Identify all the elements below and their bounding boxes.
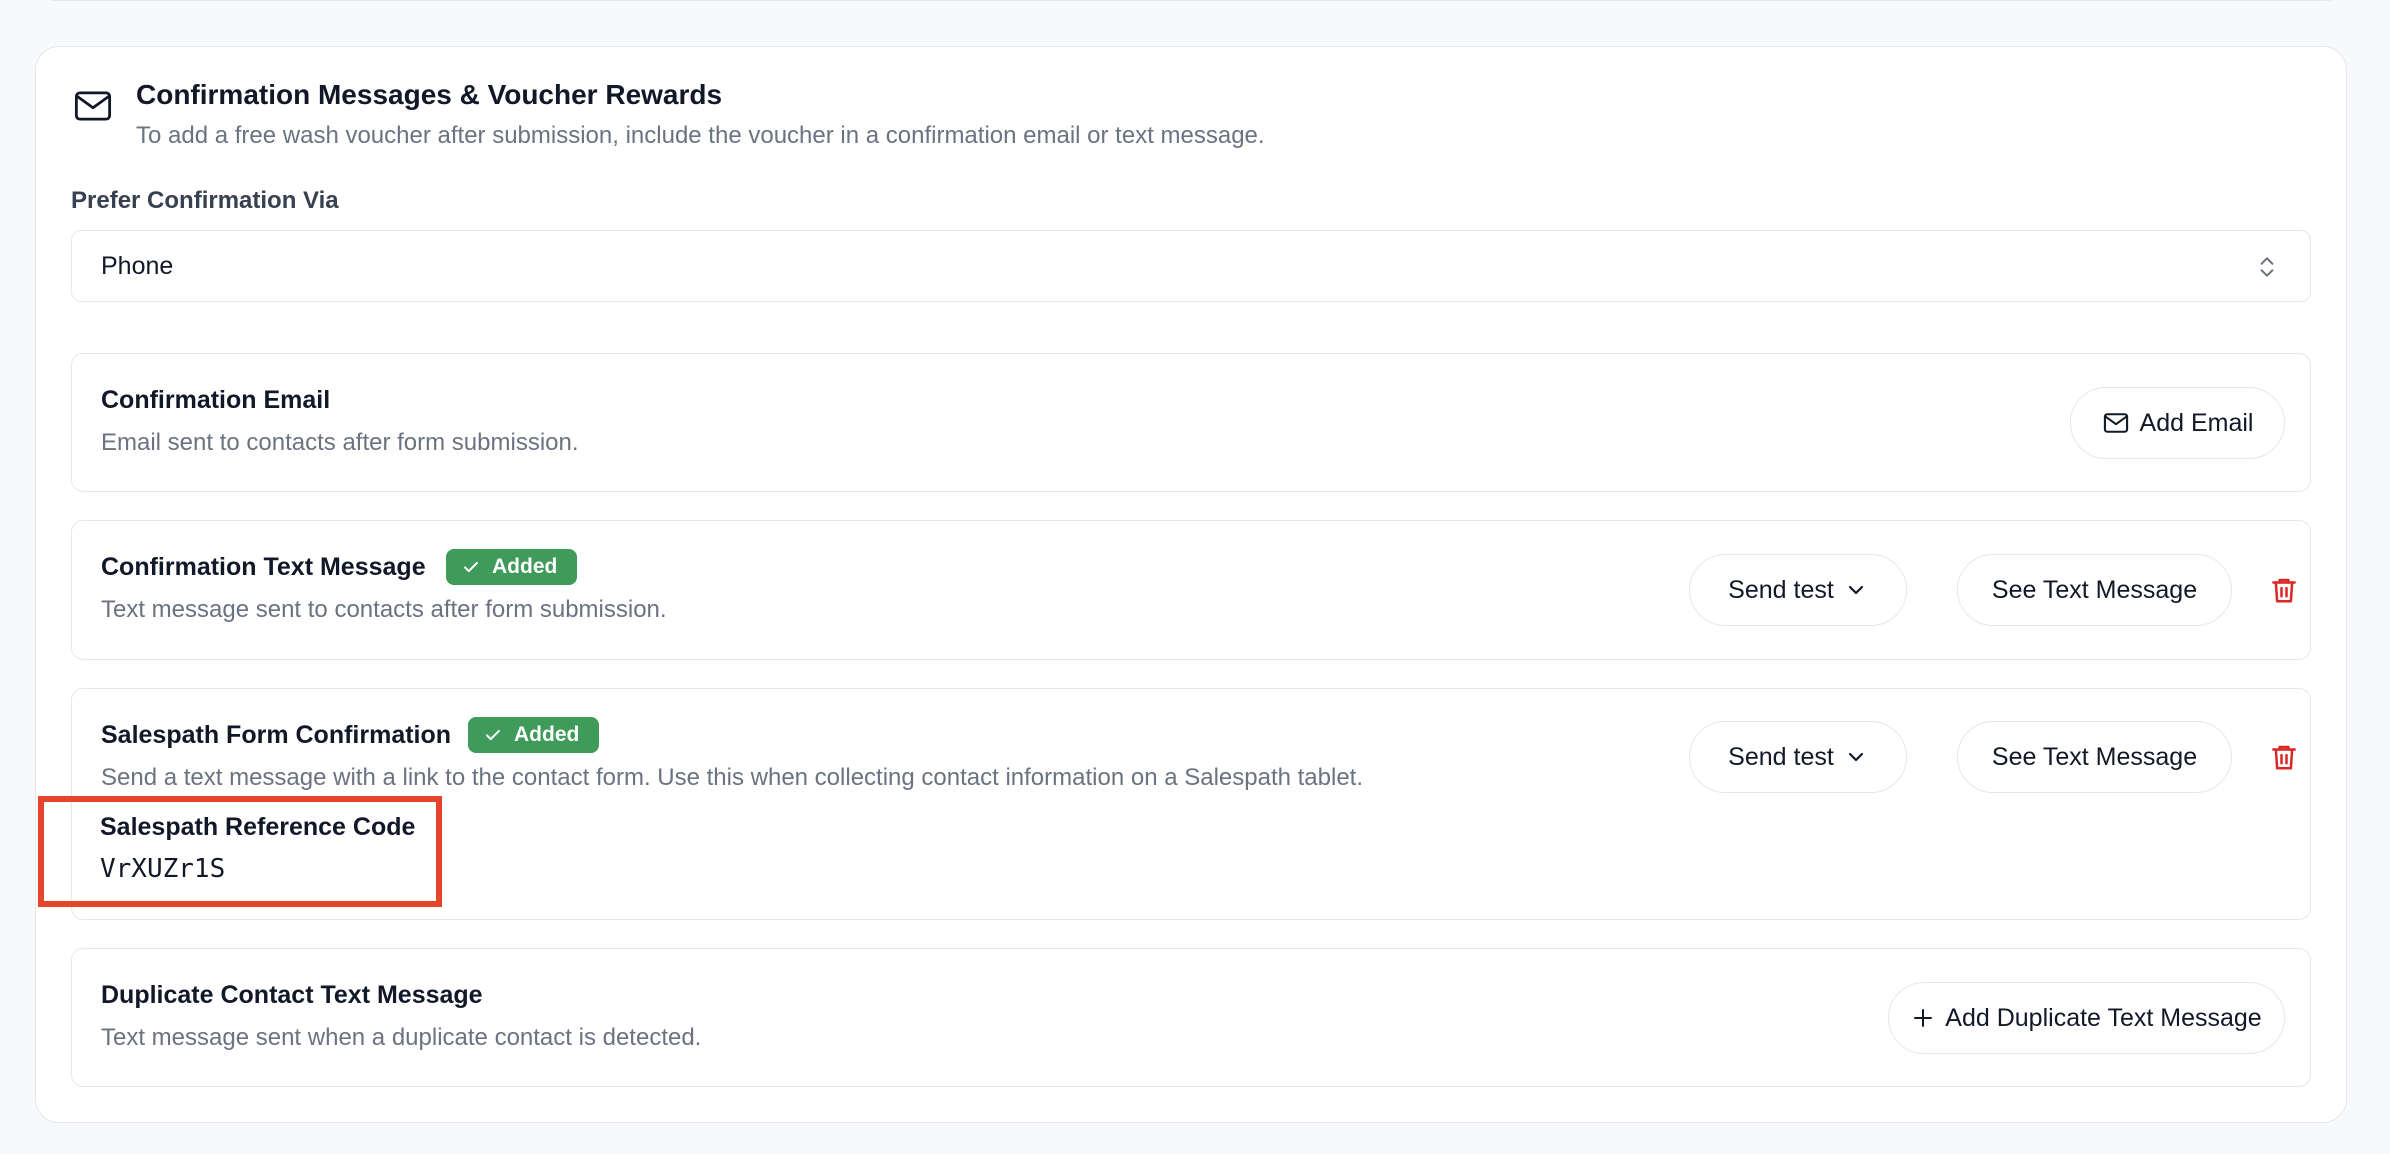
see-text-message-button[interactable]: See Text Message bbox=[1957, 721, 2232, 793]
section-title: Salespath Form Confirmation bbox=[101, 721, 452, 749]
salespath-reference-label: Salespath Reference Code bbox=[100, 813, 416, 841]
add-email-button[interactable]: Add Email bbox=[2070, 387, 2285, 459]
trash-icon[interactable] bbox=[2269, 574, 2299, 606]
confirmation-text-section: Confirmation Text Message Added Text mes… bbox=[71, 520, 2311, 660]
section-title: Duplicate Contact Text Message bbox=[101, 981, 483, 1009]
section-description: Text message sent to contacts after form… bbox=[101, 596, 667, 623]
check-icon bbox=[464, 561, 478, 573]
card-title: Confirmation Messages & Voucher Rewards bbox=[136, 79, 723, 110]
section-description: Send a text message with a link to the c… bbox=[101, 764, 1364, 791]
section-title: Confirmation Text Message bbox=[101, 553, 426, 581]
added-badge: Added bbox=[446, 549, 578, 585]
chevron-down-icon bbox=[1848, 752, 1863, 762]
confirmation-card: Confirmation Messages & Voucher Rewards … bbox=[35, 46, 2347, 1123]
mail-icon bbox=[2103, 413, 2128, 433]
plus-icon bbox=[1914, 1009, 1933, 1027]
card-subtitle: To add a free wash voucher after submiss… bbox=[136, 122, 1265, 149]
send-test-button[interactable]: Send test bbox=[1689, 721, 1907, 793]
check-icon bbox=[486, 729, 500, 741]
send-test-label: Send test bbox=[1728, 742, 1834, 771]
salespath-reference-code: VrXUZr1S bbox=[100, 854, 226, 884]
section-title: Confirmation Email bbox=[101, 386, 331, 414]
see-text-message-button[interactable]: See Text Message bbox=[1957, 554, 2232, 626]
duplicate-contact-section: Duplicate Contact Text Message Text mess… bbox=[71, 948, 2311, 1087]
send-test-label: Send test bbox=[1728, 575, 1834, 604]
chevron-down-icon bbox=[1848, 585, 1863, 595]
mail-icon bbox=[74, 91, 112, 121]
prefer-confirmation-select[interactable]: Phone bbox=[71, 230, 2311, 302]
chevron-updown-icon bbox=[2260, 257, 2274, 277]
send-test-button[interactable]: Send test bbox=[1689, 554, 1907, 626]
prefer-confirmation-label: Prefer Confirmation Via bbox=[71, 187, 339, 214]
add-email-label: Add Email bbox=[2139, 408, 2254, 437]
add-duplicate-text-message-button[interactable]: Add Duplicate Text Message bbox=[1888, 982, 2285, 1054]
see-text-message-label: See Text Message bbox=[1991, 575, 2198, 604]
confirmation-email-section: Confirmation Email Email sent to contact… bbox=[71, 353, 2311, 492]
section-description: Text message sent when a duplicate conta… bbox=[101, 1024, 702, 1051]
added-badge: Added bbox=[468, 717, 600, 753]
select-value: Phone bbox=[101, 252, 174, 280]
section-description: Email sent to contacts after form submis… bbox=[101, 429, 579, 456]
badge-label: Added bbox=[492, 555, 558, 578]
add-duplicate-label: Add Duplicate Text Message bbox=[1945, 1003, 2262, 1032]
see-text-message-label: See Text Message bbox=[1991, 742, 2198, 771]
badge-label: Added bbox=[514, 723, 580, 746]
trash-icon[interactable] bbox=[2269, 741, 2299, 773]
previous-card bbox=[35, 0, 2347, 1]
